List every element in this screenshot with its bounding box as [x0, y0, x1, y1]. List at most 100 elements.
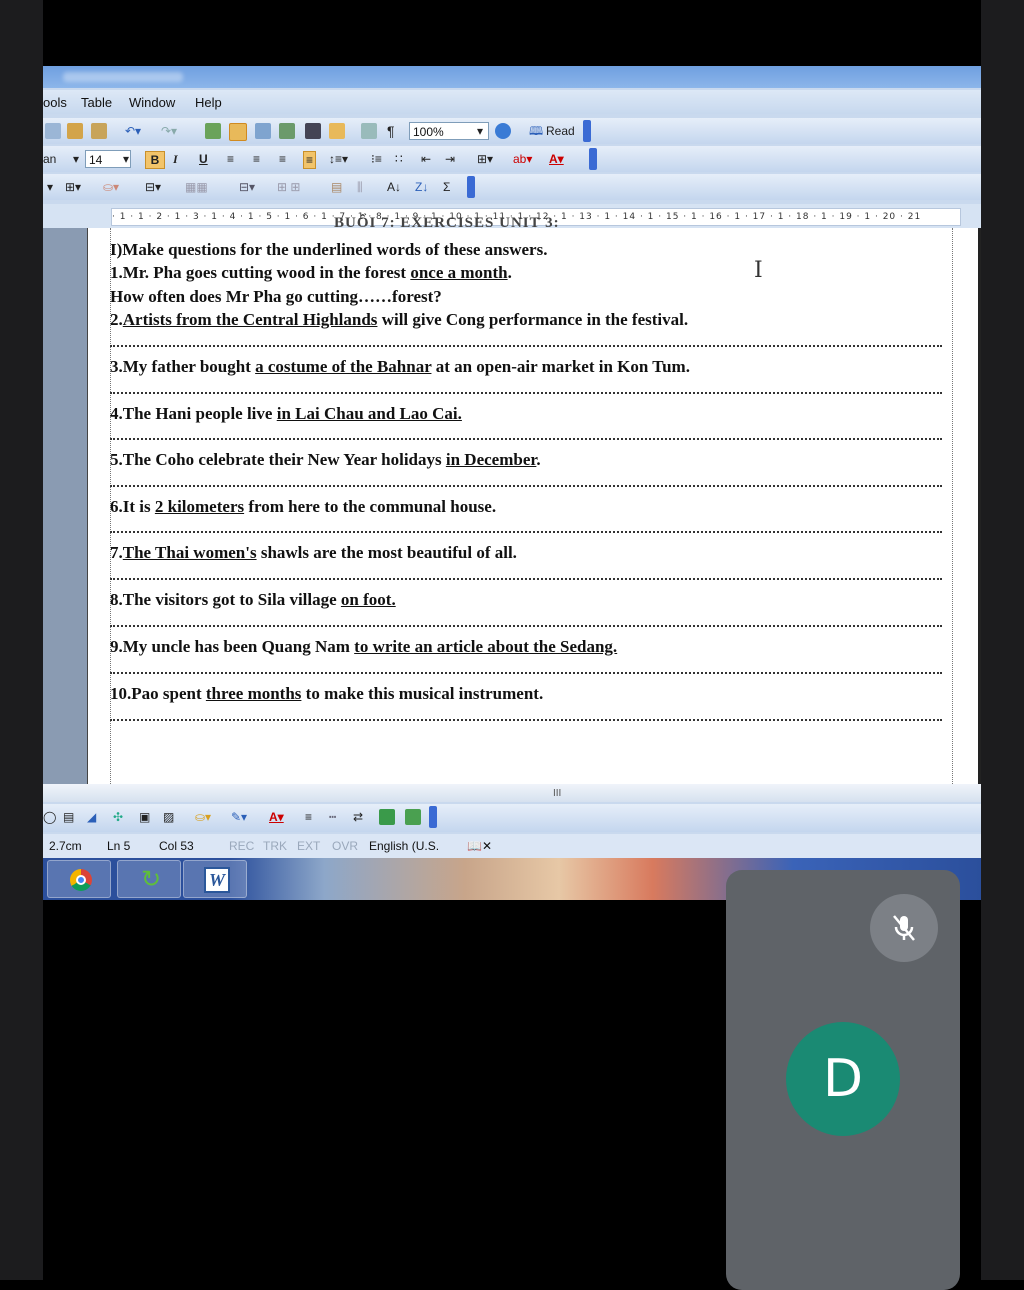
menu-table[interactable]: Table [81, 95, 112, 110]
taskbar-chrome[interactable] [47, 860, 111, 898]
align-right-icon[interactable]: ≡ [279, 151, 286, 167]
highlight-icon[interactable]: ab▾ [513, 151, 532, 167]
status-rec[interactable]: REC [229, 839, 254, 853]
line-spacing-icon[interactable]: ↕≡▾ [329, 151, 348, 167]
document-map-icon[interactable] [361, 123, 377, 139]
sort-ascending-icon[interactable]: A↓ [387, 179, 401, 195]
answer-line-6[interactable] [110, 531, 942, 533]
sort-descending-icon[interactable]: Z↓ [415, 179, 428, 195]
taskbar-sync[interactable]: ↻ [117, 860, 181, 898]
horizontal-scrollbar[interactable]: III [43, 784, 981, 802]
font-size-dropdown-icon[interactable]: ▾ [123, 151, 129, 167]
font-name-select[interactable]: an [43, 151, 56, 167]
decrease-indent-icon[interactable]: ⇤ [421, 151, 431, 167]
q8-underlined: on foot. [340, 590, 396, 609]
answer-line-10[interactable] [110, 719, 942, 721]
numbering-icon[interactable]: ⁝≡ [371, 151, 382, 167]
autoformat-icon[interactable]: ▤ [331, 179, 342, 195]
3d-icon[interactable] [405, 809, 421, 825]
bold-button[interactable]: B [145, 151, 165, 169]
menu-help[interactable]: Help [195, 95, 222, 110]
question-4: 4.The Hani people live in Lai Chau and L… [110, 404, 462, 424]
read-button[interactable]: Read [546, 123, 575, 139]
paste-icon[interactable] [67, 123, 83, 139]
insert-table-menu-icon[interactable]: ⊟▾ [145, 179, 161, 195]
increase-indent-icon[interactable]: ⇥ [445, 151, 455, 167]
wordart-icon[interactable]: ◢ [87, 809, 96, 825]
shadow-icon[interactable] [379, 809, 395, 825]
tables-borders-icon[interactable] [229, 123, 247, 141]
help-icon[interactable] [495, 123, 511, 139]
border-icon[interactable]: ⊞▾ [477, 151, 493, 167]
diagram-icon[interactable]: ✣ [113, 809, 123, 825]
answer-line-5[interactable] [110, 485, 942, 487]
question-10: 10.Pao spent three months to make this m… [110, 684, 543, 704]
table-border-icon[interactable]: ⊞▾ [65, 179, 81, 195]
status-trk[interactable]: TRK [263, 839, 287, 853]
undo-icon[interactable]: ↶▾ [125, 123, 141, 139]
redo-icon[interactable]: ↷▾ [161, 123, 177, 139]
italic-button[interactable]: I [173, 151, 178, 167]
clipart-icon[interactable]: ▣ [139, 809, 150, 825]
arrow-style-icon[interactable]: ⇄ [353, 809, 363, 825]
formatting-options-icon[interactable] [589, 148, 597, 170]
scroll-thumb[interactable]: III [553, 788, 561, 799]
columns-icon[interactable] [305, 123, 321, 139]
justify-icon[interactable]: ≡ [303, 151, 317, 169]
menu-window[interactable]: Window [129, 95, 175, 110]
dash-style-icon[interactable]: ┅ [329, 809, 336, 825]
text-direction-icon[interactable]: ⫼ [357, 179, 363, 195]
fill-color-icon[interactable]: ⛀▾ [195, 809, 211, 825]
answer-line-7[interactable] [110, 578, 942, 580]
hyperlink-icon[interactable] [205, 123, 221, 139]
answer-line-3[interactable] [110, 392, 942, 394]
answer-line-2[interactable] [110, 345, 942, 347]
line-color-icon[interactable]: ✎▾ [231, 809, 247, 825]
picture-icon[interactable]: ▨ [163, 809, 174, 825]
bullets-icon[interactable]: ∷ [395, 151, 403, 167]
answer-line-4[interactable] [110, 438, 942, 440]
title-bar [43, 66, 981, 88]
insert-excel-icon[interactable] [279, 123, 295, 139]
show-hide-icon[interactable]: ¶ [387, 123, 395, 139]
status-ovr[interactable]: OVR [332, 839, 358, 853]
underline-button[interactable]: U [199, 151, 208, 167]
autosum-icon[interactable]: Σ [443, 179, 450, 195]
oval-icon[interactable]: ◯ [43, 809, 56, 825]
line-style-icon[interactable]: ≡ [305, 809, 312, 825]
align-center-icon[interactable]: ≡ [253, 151, 260, 167]
question-9: 9.My uncle has been Quang Nam to write a… [110, 637, 617, 657]
document-page[interactable]: BUỔI 7: EXERCISES UNIT 3: I I)Make quest… [87, 215, 981, 784]
status-language[interactable]: English (U.S. [369, 839, 439, 853]
textbox-icon[interactable]: ▤ [63, 809, 74, 825]
answer-line-8[interactable] [110, 625, 942, 627]
align-left-icon[interactable]: ≡ [227, 151, 234, 167]
document-area: BUỔI 7: EXERCISES UNIT 3: I I)Make quest… [43, 215, 981, 784]
copy-icon[interactable] [45, 123, 61, 139]
question-6: 6.It is 2 kilometers from here to the co… [110, 497, 496, 517]
instruction: I)Make questions for the underlined word… [110, 240, 548, 259]
font-dropdown-icon[interactable]: ▾ [73, 151, 79, 167]
status-ext[interactable]: EXT [297, 839, 320, 853]
page-heading: BUỔI 7: EXERCISES UNIT 3: [334, 215, 560, 231]
answer-line-9[interactable] [110, 672, 942, 674]
format-painter-icon[interactable] [91, 123, 107, 139]
distribute-icon[interactable]: ⊞ ⊞ [277, 179, 300, 195]
drawing-options-icon[interactable] [429, 806, 437, 828]
align-cells-icon[interactable]: ⊟▾ [239, 179, 255, 195]
zoom-dropdown-icon[interactable]: ▾ [477, 123, 483, 139]
read-icon[interactable]: 🕮 [529, 123, 543, 139]
toolbar-options-icon[interactable] [583, 120, 591, 142]
shading-icon[interactable]: ⛀▾ [103, 179, 119, 195]
insert-table-icon[interactable] [255, 123, 271, 139]
spelling-status-icon[interactable]: 📖✕ [467, 839, 492, 853]
tables-options-icon[interactable] [467, 176, 475, 198]
participant-tile[interactable]: D [726, 870, 960, 1290]
merge-cells-icon[interactable]: ▦▦ [185, 179, 208, 195]
taskbar-word[interactable]: W [183, 860, 247, 898]
menu-tools[interactable]: ools [43, 95, 67, 110]
drawing-icon[interactable] [329, 123, 345, 139]
font-color-icon[interactable]: A▾ [549, 151, 564, 167]
draw-table-icon[interactable]: ▾ [47, 179, 53, 195]
drawing-font-color-icon[interactable]: A▾ [269, 809, 284, 825]
